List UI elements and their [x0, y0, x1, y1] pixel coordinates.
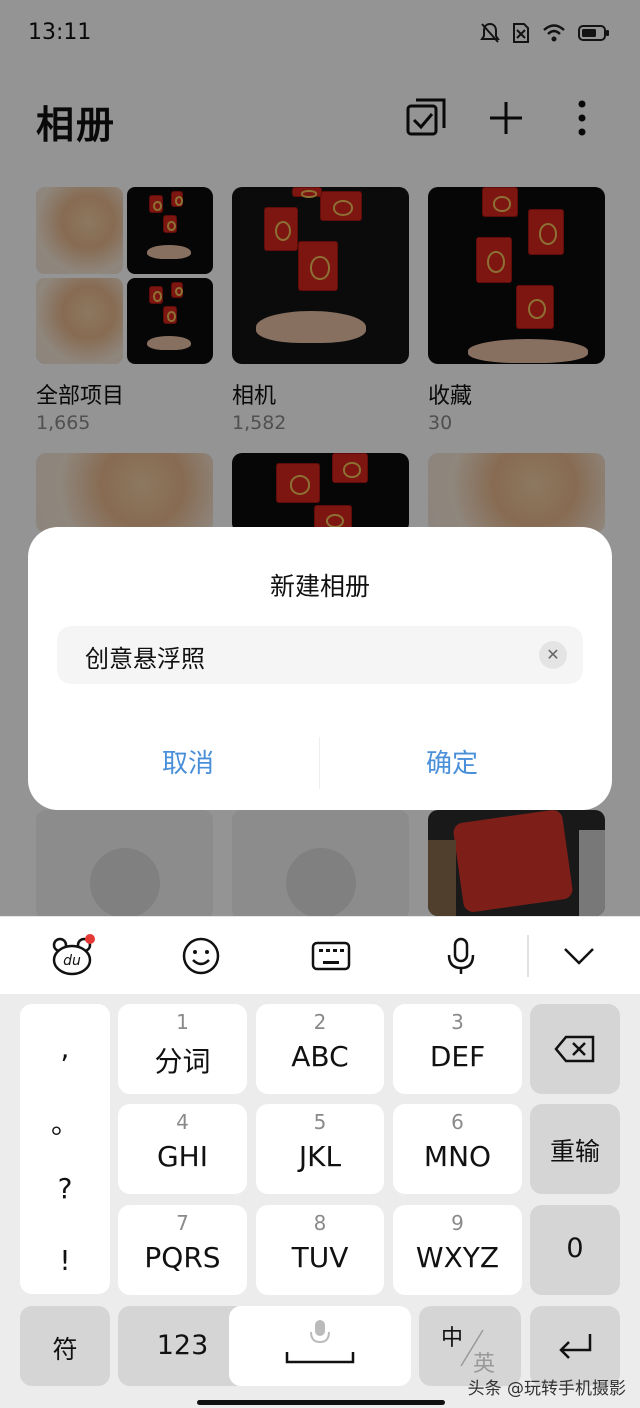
space-key[interactable]	[229, 1306, 411, 1386]
key-label: PQRS	[144, 1241, 221, 1274]
divider	[527, 935, 529, 977]
key-number: 5	[313, 1110, 327, 1134]
key-number: 6	[451, 1110, 464, 1134]
key-label: DEF	[429, 1040, 486, 1073]
key-label: 123	[156, 1330, 209, 1361]
key-label: JKL	[298, 1140, 342, 1173]
key-number: 8	[313, 1211, 327, 1235]
key-label: 符	[52, 1335, 78, 1364]
key-4[interactable]: 4 GHI	[118, 1104, 247, 1194]
key-number: 1	[176, 1010, 189, 1034]
key-label: WXYZ	[415, 1241, 500, 1274]
keyboard-switch-icon[interactable]	[308, 933, 354, 979]
microphone-icon[interactable]	[438, 933, 484, 979]
symbol-key[interactable]: 符	[20, 1306, 110, 1386]
key-number: 7	[176, 1211, 189, 1235]
key-1[interactable]: 1 分词	[118, 1004, 247, 1094]
punctuation-column[interactable]: , 。 ? !	[20, 1004, 110, 1294]
album-name-value: 创意悬浮照	[85, 645, 205, 673]
backspace-icon	[554, 1035, 595, 1063]
key-number: 4	[176, 1110, 189, 1134]
numeric-key[interactable]: 123	[118, 1306, 247, 1386]
cancel-button[interactable]: 取消	[56, 743, 320, 780]
reenter-key[interactable]: 重输	[530, 1104, 620, 1194]
key-label: ABC	[291, 1040, 349, 1073]
key-2[interactable]: 2 ABC	[256, 1004, 384, 1094]
key-8[interactable]: 8 TUV	[256, 1205, 384, 1295]
key-label: 分词	[154, 1045, 211, 1078]
key-label: 重输	[549, 1137, 600, 1166]
punct-key[interactable]: !	[20, 1244, 110, 1277]
key-9[interactable]: 9 WXYZ	[393, 1205, 522, 1295]
clear-icon[interactable]: ✕	[539, 641, 567, 669]
space-icon	[285, 1320, 355, 1364]
svg-text:du: du	[63, 953, 81, 969]
du-logo-icon[interactable]: du	[50, 933, 96, 979]
watermark: 头条 @玩转手机摄影	[467, 1379, 626, 1399]
home-indicator[interactable]	[197, 1400, 445, 1405]
punct-key[interactable]: 。	[20, 1102, 110, 1142]
key-3[interactable]: 3 DEF	[393, 1004, 522, 1094]
key-number: 3	[451, 1010, 464, 1034]
emoji-icon[interactable]	[178, 933, 224, 979]
enter-icon	[559, 1334, 592, 1359]
key-label: TUV	[291, 1241, 349, 1274]
key-label: 0	[566, 1233, 584, 1264]
confirm-button[interactable]: 确定	[320, 743, 584, 780]
key-number: 9	[451, 1211, 464, 1235]
key-number: 2	[313, 1010, 327, 1034]
collapse-keyboard-icon[interactable]	[556, 933, 602, 979]
album-name-input[interactable]: 创意悬浮照 ✕	[57, 626, 583, 684]
key-label: MNO	[423, 1140, 492, 1173]
punct-key[interactable]: ?	[20, 1172, 110, 1205]
t9-keyboard: , 。 ? ! 1 分词 2 ABC 3 DEF 4 GHI 5 JKL 6 M…	[0, 994, 640, 1408]
backspace-key[interactable]	[530, 1004, 620, 1094]
key-7[interactable]: 7 PQRS	[118, 1205, 247, 1295]
dialog-actions: 取消 确定	[28, 733, 612, 793]
punct-key[interactable]: ,	[20, 1032, 110, 1065]
key-0[interactable]: 0	[530, 1205, 620, 1295]
key-5[interactable]: 5 JKL	[256, 1104, 384, 1194]
key-6[interactable]: 6 MNO	[393, 1104, 522, 1194]
new-album-dialog: 新建相册 创意悬浮照 ✕ 取消 确定	[28, 527, 612, 810]
keyboard-toolbar: du	[0, 916, 640, 994]
dialog-title: 新建相册	[269, 572, 370, 601]
key-label: GHI	[156, 1140, 208, 1173]
